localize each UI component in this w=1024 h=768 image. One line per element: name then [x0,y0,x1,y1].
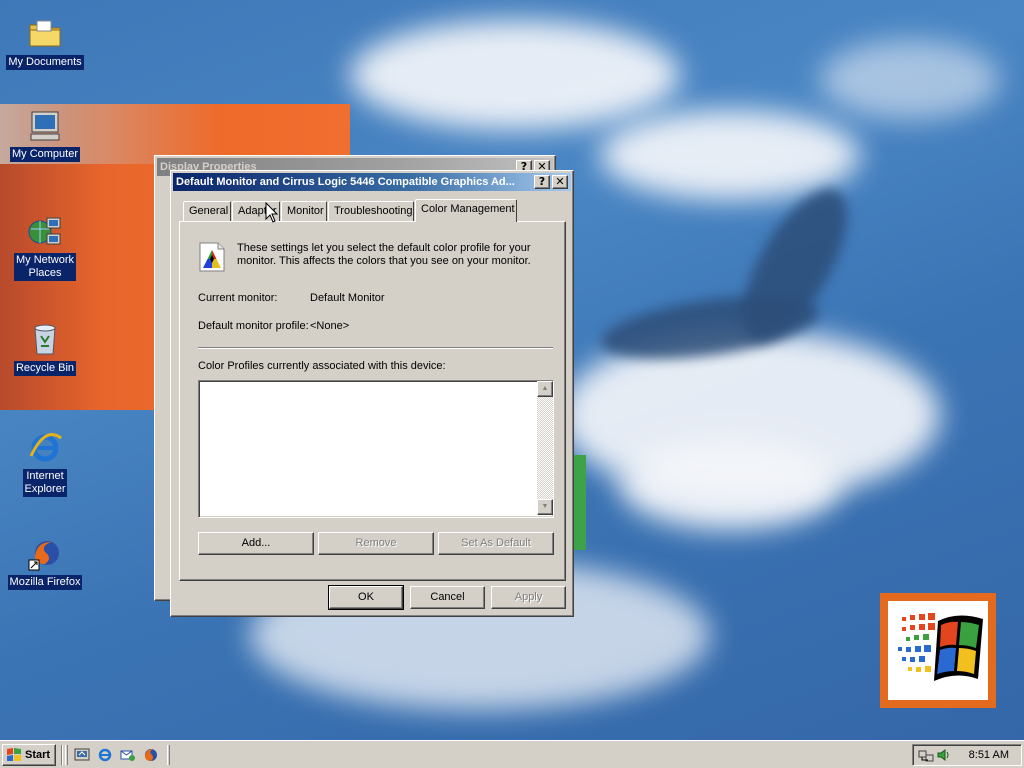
windows-flag-icon [888,601,988,700]
ok-button[interactable]: OK [328,585,404,610]
tab-color-management[interactable]: Color Management [415,199,517,222]
desktop-icon-label: My Network Places [13,253,77,281]
clock[interactable]: 8:51 AM [969,749,1009,761]
remove-button[interactable]: Remove [318,532,434,555]
mouse-cursor-icon [265,201,279,224]
monitor-properties-dialog[interactable]: Default Monitor and Cirrus Logic 5446 Co… [170,170,574,617]
desktop-icon-my-computer[interactable]: My Computer [0,108,90,162]
default-profile-label: Default monitor profile: [198,320,309,332]
help-button[interactable]: ? [534,175,550,189]
desktop-icon-recycle-bin[interactable]: Recycle Bin [0,322,90,376]
volume-icon[interactable] [936,747,952,763]
desktop-icon-label: Mozilla Firefox [7,575,83,590]
network-icon[interactable] [918,747,934,763]
tab-monitor[interactable]: Monitor [281,201,327,221]
wallpaper-cloud [350,20,680,130]
current-monitor-value: Default Monitor [310,292,385,304]
color-profiles-list[interactable]: ▲ ▼ [198,380,554,518]
desktop-icon-label: My Documents [6,55,84,70]
taskbar-separator [61,745,63,765]
folder-documents-icon [27,16,63,52]
start-label: Start [25,749,51,761]
tab-general[interactable]: General [183,201,231,221]
internet-explorer-icon [27,430,63,466]
description-text: These settings let you select the defaul… [237,242,531,267]
wallpaper-cloud [600,110,860,200]
taskbar: Start 8:51 AM [0,740,1024,768]
outlook-express-icon[interactable] [120,747,136,763]
scroll-up-arrow-icon[interactable]: ▲ [537,381,553,397]
dialog-titlebar[interactable]: Default Monitor and Cirrus Logic 5446 Co… [173,173,571,191]
desktop-icon-label: My Computer [9,147,81,162]
dialog-title: Default Monitor and Cirrus Logic 5446 Co… [176,176,515,188]
tab-troubleshooting[interactable]: Troubleshooting [328,201,414,221]
start-button[interactable]: Start [2,744,56,766]
tab-strip: General Adapter Monitor Troubleshooting … [179,199,569,223]
desktop-icon-internet-explorer[interactable]: Internet Explorer [0,430,90,497]
separator [198,347,553,349]
desktop-icon-label: Internet Explorer [22,469,68,497]
current-monitor-label: Current monitor: [198,292,278,304]
desktop-icon-mozilla-firefox[interactable]: Mozilla Firefox [0,536,90,590]
desktop-icon-my-network-places[interactable]: My Network Places [0,214,90,281]
desktop-icon-label: Recycle Bin [13,361,77,376]
firefox-icon [27,536,63,572]
desktop-icon-my-documents[interactable]: My Documents [0,16,90,70]
set-as-default-button[interactable]: Set As Default [438,532,554,555]
default-profile-value: <None> [310,320,350,332]
task-area-grip[interactable] [167,745,170,765]
color-profile-icon [198,242,226,272]
quick-launch-grip[interactable] [65,745,68,765]
scroll-down-arrow-icon[interactable]: ▼ [537,499,553,515]
windows-logo-badge [880,593,996,708]
firefox-icon[interactable] [143,747,159,763]
wallpaper-green-strip [572,455,586,550]
wallpaper-cloud [820,40,1000,120]
recycle-bin-icon [27,322,63,358]
tab-page-color-management: These settings let you select the defaul… [179,221,566,581]
windows-flag-icon [6,748,22,762]
wallpaper-cloud [620,440,840,530]
apply-button[interactable]: Apply [491,586,566,609]
profiles-list-label: Color Profiles currently associated with… [198,360,446,372]
desktop[interactable]: My Documents My Computer My Network Place… [0,0,1024,740]
network-places-icon [27,214,63,250]
show-desktop-icon[interactable] [74,747,90,763]
system-tray: 8:51 AM [912,744,1022,766]
cancel-button[interactable]: Cancel [410,586,485,609]
add-button[interactable]: Add... [198,532,314,555]
close-button[interactable]: ✕ [552,175,568,189]
vertical-scrollbar[interactable]: ▲ ▼ [537,381,553,515]
internet-explorer-icon[interactable] [97,747,113,763]
computer-icon [27,108,63,144]
